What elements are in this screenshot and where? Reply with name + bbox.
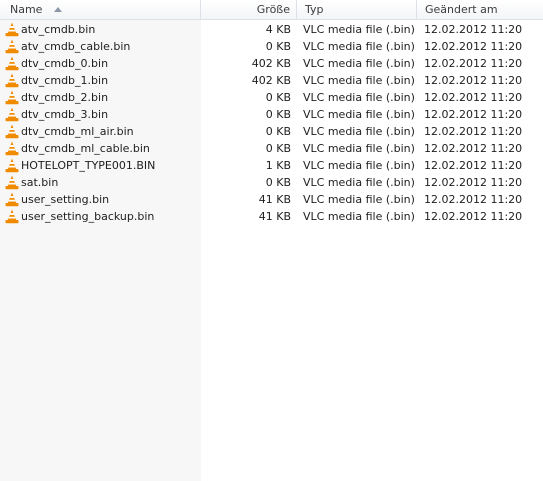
- file-type: VLC media file (.bin): [303, 108, 415, 121]
- vlc-cone-icon: [5, 56, 19, 71]
- file-modified: 12.02.2012 11:20: [424, 91, 523, 104]
- vlc-cone-icon: [5, 107, 19, 122]
- sort-ascending-icon: [53, 7, 62, 12]
- file-size: 4 KB: [265, 23, 291, 36]
- file-size: 0 KB: [265, 91, 291, 104]
- file-type: VLC media file (.bin): [303, 57, 415, 70]
- vlc-cone-icon: [5, 158, 19, 173]
- file-row[interactable]: HOTELOPT_TYPE001.BIN 1 KB VLC media file…: [0, 157, 543, 174]
- file-row[interactable]: dtv_cmdb_0.bin 402 KB VLC media file (.b…: [0, 55, 543, 72]
- file-name-cell[interactable]: sat.bin: [4, 174, 201, 191]
- file-type: VLC media file (.bin): [303, 142, 415, 155]
- file-row[interactable]: dtv_cmdb_ml_air.bin 0 KB VLC media file …: [0, 123, 543, 140]
- file-modified: 12.02.2012 11:20: [424, 125, 523, 138]
- vlc-cone-icon: [5, 175, 19, 190]
- file-name-cell[interactable]: user_setting_backup.bin: [4, 208, 201, 225]
- column-header-size-label: Größe: [256, 3, 290, 16]
- vlc-cone-icon: [5, 192, 19, 207]
- file-type: VLC media file (.bin): [303, 193, 415, 206]
- file-row[interactable]: dtv_cmdb_2.bin 0 KB VLC media file (.bin…: [0, 89, 543, 106]
- file-size: 0 KB: [265, 40, 291, 53]
- file-name: dtv_cmdb_2.bin: [21, 91, 109, 104]
- file-name: dtv_cmdb_1.bin: [21, 74, 109, 87]
- file-name-cell[interactable]: user_setting.bin: [4, 191, 201, 208]
- file-size: 0 KB: [265, 142, 291, 155]
- file-modified: 12.02.2012 11:20: [424, 159, 523, 172]
- file-name-cell[interactable]: atv_cmdb.bin: [4, 21, 201, 38]
- file-modified: 12.02.2012 11:20: [424, 210, 523, 223]
- file-row[interactable]: sat.bin 0 KB VLC media file (.bin) 12.02…: [0, 174, 543, 191]
- file-name-cell[interactable]: atv_cmdb_cable.bin: [4, 38, 201, 55]
- file-modified: 12.02.2012 11:20: [424, 176, 523, 189]
- file-size: 41 KB: [258, 210, 291, 223]
- file-modified: 12.02.2012 11:20: [424, 193, 523, 206]
- file-name-cell[interactable]: HOTELOPT_TYPE001.BIN: [4, 157, 201, 174]
- file-size: 41 KB: [258, 193, 291, 206]
- file-name: dtv_cmdb_ml_cable.bin: [21, 142, 150, 155]
- file-type: VLC media file (.bin): [303, 74, 415, 87]
- file-type: VLC media file (.bin): [303, 176, 415, 189]
- file-type: VLC media file (.bin): [303, 40, 415, 53]
- file-row[interactable]: atv_cmdb.bin 4 KB VLC media file (.bin) …: [0, 21, 543, 38]
- file-name: atv_cmdb.bin: [21, 23, 96, 36]
- file-type: VLC media file (.bin): [303, 159, 415, 172]
- file-name-cell[interactable]: dtv_cmdb_1.bin: [4, 72, 201, 89]
- column-header-bar: Name Größe Typ Geändert am: [0, 0, 543, 20]
- file-name: user_setting.bin: [21, 193, 110, 206]
- file-type: VLC media file (.bin): [303, 91, 415, 104]
- file-modified: 12.02.2012 11:20: [424, 74, 523, 87]
- file-name: atv_cmdb_cable.bin: [21, 40, 131, 53]
- file-name-cell[interactable]: dtv_cmdb_ml_cable.bin: [4, 140, 201, 157]
- file-row[interactable]: dtv_cmdb_ml_cable.bin 0 KB VLC media fil…: [0, 140, 543, 157]
- file-name: dtv_cmdb_0.bin: [21, 57, 109, 70]
- file-name-cell[interactable]: dtv_cmdb_2.bin: [4, 89, 201, 106]
- file-name-cell[interactable]: dtv_cmdb_ml_air.bin: [4, 123, 201, 140]
- file-size: 0 KB: [265, 108, 291, 121]
- file-modified: 12.02.2012 11:20: [424, 108, 523, 121]
- file-name: dtv_cmdb_ml_air.bin: [21, 125, 134, 138]
- vlc-cone-icon: [5, 39, 19, 54]
- file-modified: 12.02.2012 11:20: [424, 142, 523, 155]
- file-size: 0 KB: [265, 176, 291, 189]
- file-size: 1 KB: [265, 159, 291, 172]
- column-header-modified-label: Geändert am: [425, 3, 498, 16]
- file-row[interactable]: user_setting.bin 41 KB VLC media file (.…: [0, 191, 543, 208]
- column-header-modified[interactable]: Geändert am: [417, 0, 543, 20]
- file-modified: 12.02.2012 11:20: [424, 23, 523, 36]
- file-size: 402 KB: [251, 74, 291, 87]
- file-row[interactable]: user_setting_backup.bin 41 KB VLC media …: [0, 208, 543, 225]
- file-size: 0 KB: [265, 125, 291, 138]
- vlc-cone-icon: [5, 22, 19, 37]
- vlc-cone-icon: [5, 90, 19, 105]
- file-name-cell[interactable]: dtv_cmdb_0.bin: [4, 55, 201, 72]
- file-type: VLC media file (.bin): [303, 23, 415, 36]
- column-header-size[interactable]: Größe: [201, 0, 297, 20]
- file-modified: 12.02.2012 11:20: [424, 40, 523, 53]
- file-type: VLC media file (.bin): [303, 210, 415, 223]
- file-modified: 12.02.2012 11:20: [424, 57, 523, 70]
- vlc-cone-icon: [5, 209, 19, 224]
- column-header-type-label: Typ: [305, 3, 324, 16]
- file-type: VLC media file (.bin): [303, 125, 415, 138]
- vlc-cone-icon: [5, 141, 19, 156]
- column-header-type[interactable]: Typ: [297, 0, 417, 20]
- column-header-name[interactable]: Name: [0, 0, 201, 20]
- vlc-cone-icon: [5, 73, 19, 88]
- file-name: HOTELOPT_TYPE001.BIN: [21, 159, 156, 172]
- file-list-pane: Name Größe Typ Geändert am atv_cmdb.bin …: [0, 0, 543, 481]
- file-name: dtv_cmdb_3.bin: [21, 108, 109, 121]
- file-row[interactable]: dtv_cmdb_3.bin 0 KB VLC media file (.bin…: [0, 106, 543, 123]
- file-rows: atv_cmdb.bin 4 KB VLC media file (.bin) …: [0, 21, 543, 225]
- file-row[interactable]: dtv_cmdb_1.bin 402 KB VLC media file (.b…: [0, 72, 543, 89]
- file-name: sat.bin: [21, 176, 59, 189]
- column-header-name-label: Name: [10, 3, 43, 16]
- vlc-cone-icon: [5, 124, 19, 139]
- file-size: 402 KB: [251, 57, 291, 70]
- file-row[interactable]: atv_cmdb_cable.bin 0 KB VLC media file (…: [0, 38, 543, 55]
- file-name-cell[interactable]: dtv_cmdb_3.bin: [4, 106, 201, 123]
- file-name: user_setting_backup.bin: [21, 210, 155, 223]
